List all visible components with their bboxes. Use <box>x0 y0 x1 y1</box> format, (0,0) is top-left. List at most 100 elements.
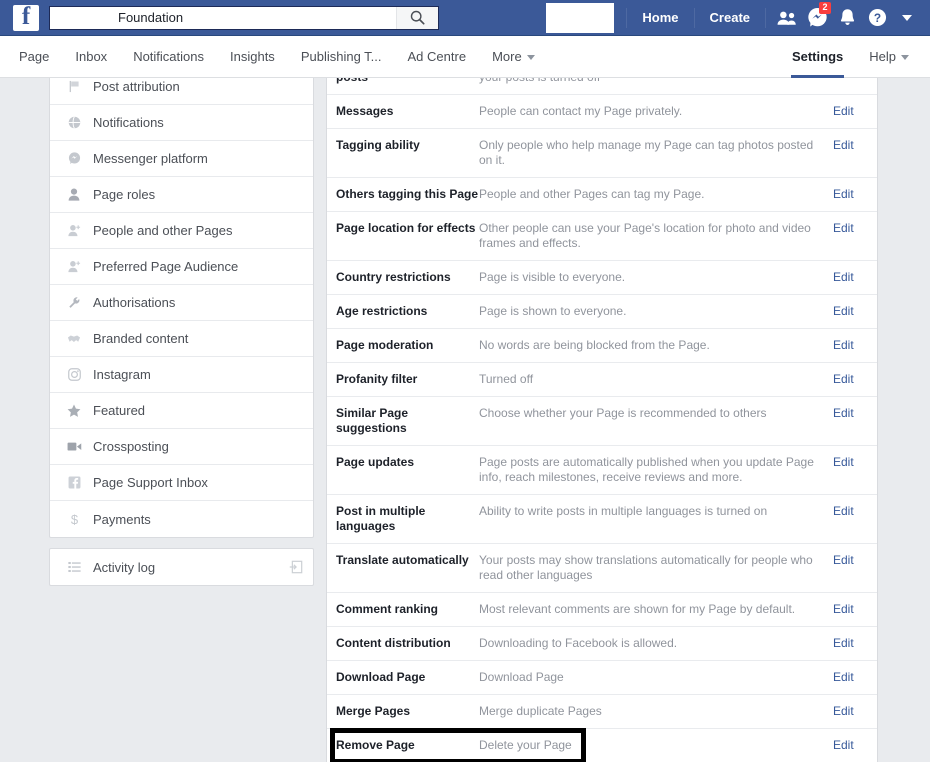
setting-edit-link[interactable]: Edit <box>833 138 877 153</box>
setting-edit-link[interactable]: Edit <box>833 455 877 470</box>
setting-edit-link[interactable]: Edit <box>833 670 877 685</box>
nav-tab-more[interactable]: More <box>479 36 548 78</box>
open-external-icon[interactable] <box>289 560 303 574</box>
setting-edit-link[interactable]: Edit <box>833 636 877 651</box>
setting-edit-link[interactable]: Edit <box>833 553 877 568</box>
facebook-square-icon <box>64 476 84 489</box>
setting-edit-link[interactable]: Edit <box>833 704 877 719</box>
instagram-icon <box>64 368 84 381</box>
setting-row-remove-page: Remove Page Delete your Page Edit <box>327 729 877 762</box>
setting-edit-link[interactable]: Edit <box>833 304 877 319</box>
notifications-bell-icon[interactable] <box>832 0 862 36</box>
settings-sidebar-card: Post attribution Notifications Messenger… <box>49 78 314 538</box>
setting-title: Content distribution <box>327 636 479 651</box>
create-link[interactable]: Create <box>701 0 759 36</box>
search-button[interactable] <box>396 7 438 29</box>
setting-title: Age restrictions <box>327 304 479 319</box>
sidebar-item-label: Activity log <box>93 560 155 575</box>
nav-tab-inbox[interactable]: Inbox <box>62 36 120 78</box>
divider <box>626 8 627 28</box>
flag-icon <box>64 80 84 93</box>
redacted-profile-name <box>546 3 614 33</box>
setting-edit-link[interactable]: Edit <box>833 406 877 421</box>
facebook-logo-glyph: f <box>13 3 39 31</box>
setting-description: People can contact my Page privately. <box>479 104 833 119</box>
nav-tab-ad-centre[interactable]: Ad Centre <box>395 36 480 78</box>
setting-row-posts: posts your posts is turned off <box>327 78 877 95</box>
setting-description: No words are being blocked from the Page… <box>479 338 833 353</box>
setting-row-post-in-multiple-languages: Post in multiple languages Ability to wr… <box>327 495 877 544</box>
setting-title: Comment ranking <box>327 602 479 617</box>
sidebar-item-page-roles[interactable]: Page roles <box>50 177 313 213</box>
setting-row-tagging-ability: Tagging ability Only people who help man… <box>327 129 877 178</box>
setting-title: Page updates <box>327 455 479 470</box>
nav-tab-page[interactable]: Page <box>6 36 62 78</box>
setting-row-age-restrictions: Age restrictions Page is shown to everyo… <box>327 295 877 329</box>
sidebar-item-post-attribution[interactable]: Post attribution <box>50 78 313 105</box>
sidebar-item-label: Notifications <box>93 115 164 130</box>
wrench-icon <box>64 296 84 309</box>
setting-edit-link[interactable]: Edit <box>833 372 877 387</box>
help-question-icon[interactable]: ? <box>862 0 892 36</box>
setting-title: Download Page <box>327 670 479 685</box>
search-input[interactable] <box>50 7 396 29</box>
setting-title: posts <box>327 78 479 85</box>
sidebar-item-label: Instagram <box>93 367 151 382</box>
sidebar-item-preferred-page-audience[interactable]: Preferred Page Audience <box>50 249 313 285</box>
nav-tab-publishing-tools[interactable]: Publishing T... <box>288 36 395 78</box>
sidebar-item-payments[interactable]: $ Payments <box>50 501 313 537</box>
settings-main-panel: posts your posts is turned off Messages … <box>326 78 878 762</box>
account-caret-down-icon[interactable] <box>892 0 922 36</box>
sidebar-item-label: People and other Pages <box>93 223 233 238</box>
svg-text:?: ? <box>873 11 880 25</box>
nav-tab-notifications[interactable]: Notifications <box>120 36 217 78</box>
facebook-logo-icon[interactable]: f <box>13 5 39 31</box>
nav-tab-settings[interactable]: Settings <box>779 36 856 78</box>
setting-edit-link[interactable]: Edit <box>833 602 877 617</box>
search-icon <box>410 10 425 25</box>
setting-description: Turned off <box>479 372 833 387</box>
sidebar-item-activity-log[interactable]: Activity log <box>50 549 313 585</box>
handshake-icon <box>64 333 84 345</box>
setting-row-content-distribution: Content distribution Downloading to Face… <box>327 627 877 661</box>
setting-description: Most relevant comments are shown for my … <box>479 602 833 617</box>
video-camera-icon <box>64 441 84 452</box>
setting-edit-link[interactable]: Edit <box>833 338 877 353</box>
sidebar-item-crossposting[interactable]: Crossposting <box>50 429 313 465</box>
sidebar-item-messenger-platform[interactable]: Messenger platform <box>50 141 313 177</box>
setting-edit-link[interactable]: Edit <box>833 504 877 519</box>
setting-title: Profanity filter <box>327 372 479 387</box>
sidebar-item-label: Post attribution <box>93 79 180 94</box>
setting-edit-link[interactable]: Edit <box>833 738 877 753</box>
sidebar-item-page-support-inbox[interactable]: Page Support Inbox <box>50 465 313 501</box>
page-nav-right-cluster: Settings Help <box>773 36 930 78</box>
nav-tab-insights[interactable]: Insights <box>217 36 288 78</box>
setting-edit-link[interactable]: Edit <box>833 104 877 119</box>
setting-edit-link[interactable]: Edit <box>833 221 877 236</box>
sidebar-item-notifications[interactable]: Notifications <box>50 105 313 141</box>
nav-tab-help[interactable]: Help <box>856 36 922 78</box>
sidebar-item-branded-content[interactable]: Branded content <box>50 321 313 357</box>
messenger-icon[interactable]: 2 <box>802 0 832 36</box>
nav-tab-more-label: More <box>492 49 522 64</box>
setting-edit-link[interactable]: Edit <box>833 270 877 285</box>
chevron-down-icon <box>901 55 909 60</box>
sidebar-item-featured[interactable]: Featured <box>50 393 313 429</box>
search-box[interactable] <box>49 6 439 30</box>
home-link[interactable]: Home <box>633 0 687 36</box>
activity-log-card: Activity log <box>49 548 314 586</box>
sidebar-item-authorisations[interactable]: Authorisations <box>50 285 313 321</box>
setting-edit-link[interactable]: Edit <box>833 187 877 202</box>
setting-title: Page moderation <box>327 338 479 353</box>
friend-requests-icon[interactable] <box>772 0 802 36</box>
setting-description: Download Page <box>479 670 833 685</box>
setting-row-translate-automatically: Translate automatically Your posts may s… <box>327 544 877 593</box>
setting-title: Remove Page <box>327 738 479 753</box>
setting-row-comment-ranking: Comment ranking Most relevant comments a… <box>327 593 877 627</box>
sidebar-item-label: Preferred Page Audience <box>93 259 238 274</box>
list-lines-icon <box>64 561 84 573</box>
setting-title: Page location for effects <box>327 221 479 236</box>
sidebar-item-instagram[interactable]: Instagram <box>50 357 313 393</box>
sidebar-item-label: Crossposting <box>93 439 169 454</box>
sidebar-item-people-and-other-pages[interactable]: People and other Pages <box>50 213 313 249</box>
